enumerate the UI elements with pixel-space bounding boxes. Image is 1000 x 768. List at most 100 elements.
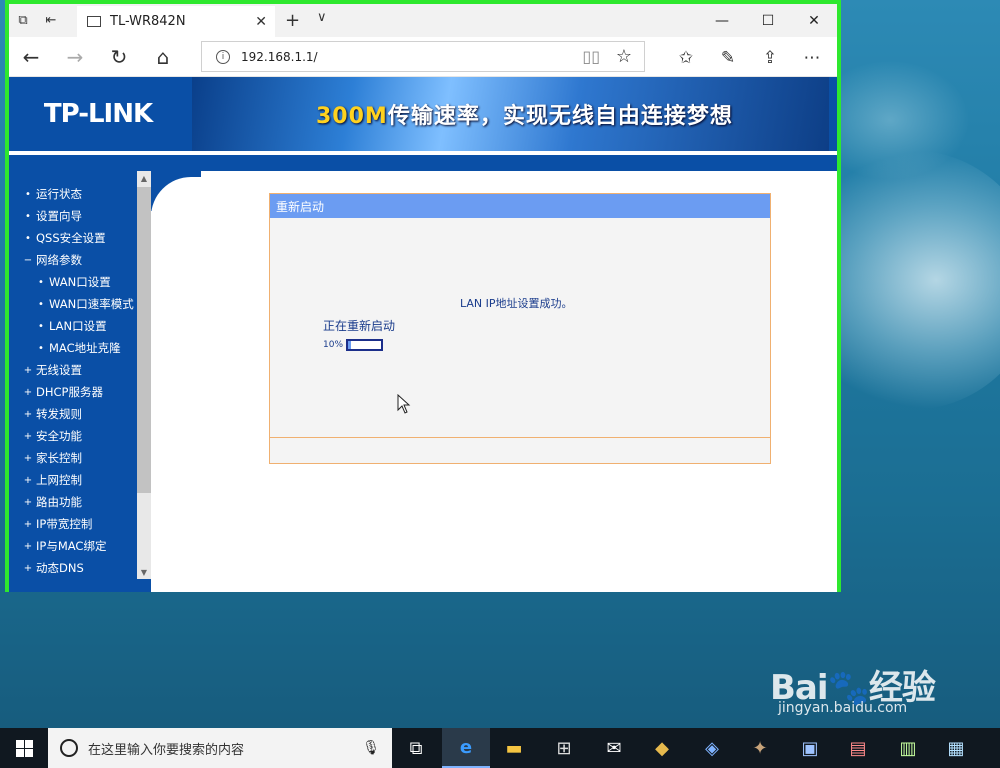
sidebar-item-label: 转发规则 — [36, 407, 82, 421]
sidebar-item[interactable]: + 家长控制 — [9, 447, 137, 469]
sidebar-item-label: IP带宽控制 — [36, 517, 93, 531]
scroll-up-icon[interactable]: ▲ — [137, 171, 151, 185]
sidebar-item[interactable]: + 无线设置 — [9, 359, 137, 381]
taskbar-search[interactable]: 在这里输入你要搜索的内容 🎙 — [48, 728, 392, 768]
sidebar-scroll-thumb[interactable] — [137, 187, 151, 493]
progress-fill — [348, 341, 352, 349]
address-toolbar: ← → ↻ ⌂ i 192.168.1.1/ ▯▯ ☆ ✩ ✎ ⇪ ⋯ — [9, 37, 837, 77]
store-icon[interactable]: ⊞ — [540, 728, 588, 768]
sidebar-item[interactable]: + 安全功能 — [9, 425, 137, 447]
sidebar-item[interactable]: • 运行状态 — [9, 183, 137, 205]
sidebar-item[interactable]: + 动态DNS — [9, 557, 137, 579]
tp-link-logo: TP-LINK — [9, 77, 187, 151]
banner-highlight: 300M — [316, 104, 388, 129]
expand-icon: + — [23, 430, 33, 442]
close-window-icon[interactable]: ✕ — [791, 4, 837, 37]
sidebar-item[interactable]: • WAN口设置 — [9, 271, 137, 293]
expand-icon: + — [23, 496, 33, 508]
sidebar-item-label: LAN口设置 — [49, 319, 107, 333]
info-icon[interactable]: i — [216, 49, 230, 64]
sidebar-item[interactable]: • MAC地址克隆 — [9, 337, 137, 359]
expand-icon: + — [23, 562, 33, 574]
banner-text: 300M传输速率，实现无线自由连接梦想 — [316, 98, 733, 130]
forward-icon[interactable]: → — [59, 41, 91, 73]
sidebar-menu: • 运行状态 • 设置向导 • QSS安全设置 − 网络参数 • WAN口设置 • WAN口速率模式 •… — [9, 183, 137, 579]
progress-bar — [346, 339, 384, 351]
share-icon[interactable]: ⇪ — [755, 43, 785, 73]
bullet-icon: • — [38, 298, 44, 310]
app-icon-4[interactable]: ▤ — [834, 728, 882, 768]
chevron-down-icon[interactable]: ∨ — [317, 10, 327, 25]
tab-set-aside-icon[interactable]: ⧉ — [9, 4, 37, 37]
logo-text: TP-LINK — [43, 99, 153, 129]
scroll-down-icon[interactable]: ▼ — [137, 565, 151, 579]
microphone-icon[interactable]: 🎙 — [362, 740, 380, 756]
new-tab-icon[interactable]: + — [285, 10, 300, 31]
tab-preview-icon[interactable]: ⇤ — [37, 4, 65, 37]
bullet-icon: • — [25, 188, 31, 200]
sidebar-item-label: 运行状态 — [36, 187, 82, 201]
close-tab-icon[interactable]: ✕ — [255, 14, 267, 30]
panel-footer — [270, 437, 770, 463]
app-icon-5[interactable]: ▥ — [884, 728, 932, 768]
refresh-icon[interactable]: ↻ — [103, 41, 135, 73]
minimize-icon[interactable]: — — [699, 4, 745, 37]
reboot-status: 正在重新启动 — [323, 319, 396, 333]
file-explorer-icon[interactable]: ▬ — [490, 728, 538, 768]
windows-logo-icon — [15, 739, 33, 757]
sidebar-item-label: DHCP服务器 — [36, 385, 103, 399]
search-placeholder: 在这里输入你要搜索的内容 — [88, 742, 245, 758]
reading-view-icon[interactable]: ▯▯ — [582, 47, 600, 66]
router-banner: 300M传输速率，实现无线自由连接梦想 — [192, 77, 829, 151]
sidebar-item[interactable]: • 设置向导 — [9, 205, 137, 227]
banner-slogan: 传输速率，实现无线自由连接梦想 — [387, 104, 733, 129]
start-button[interactable] — [0, 728, 48, 768]
app-icon-2[interactable]: ◈ — [688, 728, 736, 768]
sidebar-item-label: MAC地址克隆 — [49, 341, 121, 355]
back-icon[interactable]: ← — [15, 41, 47, 73]
sidebar-item[interactable]: • WAN口速率模式 — [9, 293, 137, 315]
sidebar-item[interactable]: + 转发规则 — [9, 403, 137, 425]
progress-row: 10% — [323, 339, 384, 351]
baidu-watermark: Bai🐾经验 jingyan.baidu.com — [770, 660, 995, 716]
home-icon[interactable]: ⌂ — [147, 41, 179, 73]
mail-icon[interactable]: ✉ — [590, 728, 638, 768]
app-icon-6[interactable]: ▦ — [932, 728, 980, 768]
sidebar-item[interactable]: • QSS安全设置 — [9, 227, 137, 249]
browser-tab[interactable]: TL-WR842N ✕ — [77, 6, 275, 37]
sidebar-item-label: WAN口设置 — [49, 275, 111, 289]
url-field[interactable]: i 192.168.1.1/ ▯▯ ☆ — [201, 41, 645, 72]
paint-icon[interactable]: ✦ — [736, 728, 784, 768]
more-options-icon[interactable]: ⋯ — [797, 43, 827, 73]
router-header: TP-LINK 300M传输速率，实现无线自由连接梦想 — [9, 77, 837, 157]
maximize-icon[interactable]: ☐ — [745, 4, 791, 37]
sidebar-item[interactable]: − 网络参数 — [9, 249, 137, 271]
watermark-url: jingyan.baidu.com — [778, 700, 908, 716]
app-icon-1[interactable]: ◆ — [638, 728, 686, 768]
browser-titlebar: ⧉ ⇤ TL-WR842N ✕ + ∨ — ☐ ✕ — [9, 4, 837, 37]
sidebar-item-label: 设置向导 — [36, 209, 82, 223]
sidebar-item[interactable]: • LAN口设置 — [9, 315, 137, 337]
progress-percent: 10% — [323, 340, 344, 350]
mouse-cursor-icon — [397, 394, 411, 414]
expand-icon: + — [23, 386, 33, 398]
bullet-icon: • — [25, 210, 31, 222]
sidebar-item-label: 上网控制 — [36, 473, 82, 487]
favorites-hub-icon[interactable]: ✩ — [671, 43, 701, 73]
sidebar-item[interactable]: + IP与MAC绑定 — [9, 535, 137, 557]
sidebar-item-label: 安全功能 — [36, 429, 82, 443]
sidebar-item[interactable]: + 路由功能 — [9, 491, 137, 513]
cortana-icon[interactable] — [60, 739, 78, 757]
edge-browser-icon[interactable]: e — [442, 728, 490, 768]
task-view-icon[interactable]: ⧉ — [392, 728, 440, 768]
collapse-icon: − — [23, 254, 33, 266]
web-note-icon[interactable]: ✎ — [713, 43, 743, 73]
sidebar-item[interactable]: + IP带宽控制 — [9, 513, 137, 535]
sidebar-item[interactable]: + DHCP服务器 — [9, 381, 137, 403]
bullet-icon: • — [38, 342, 44, 354]
bullet-icon: • — [25, 232, 31, 244]
sidebar-item[interactable]: + 上网控制 — [9, 469, 137, 491]
expand-icon: + — [23, 518, 33, 530]
favorite-star-icon[interactable]: ☆ — [616, 46, 632, 67]
app-icon-3[interactable]: ▣ — [786, 728, 834, 768]
